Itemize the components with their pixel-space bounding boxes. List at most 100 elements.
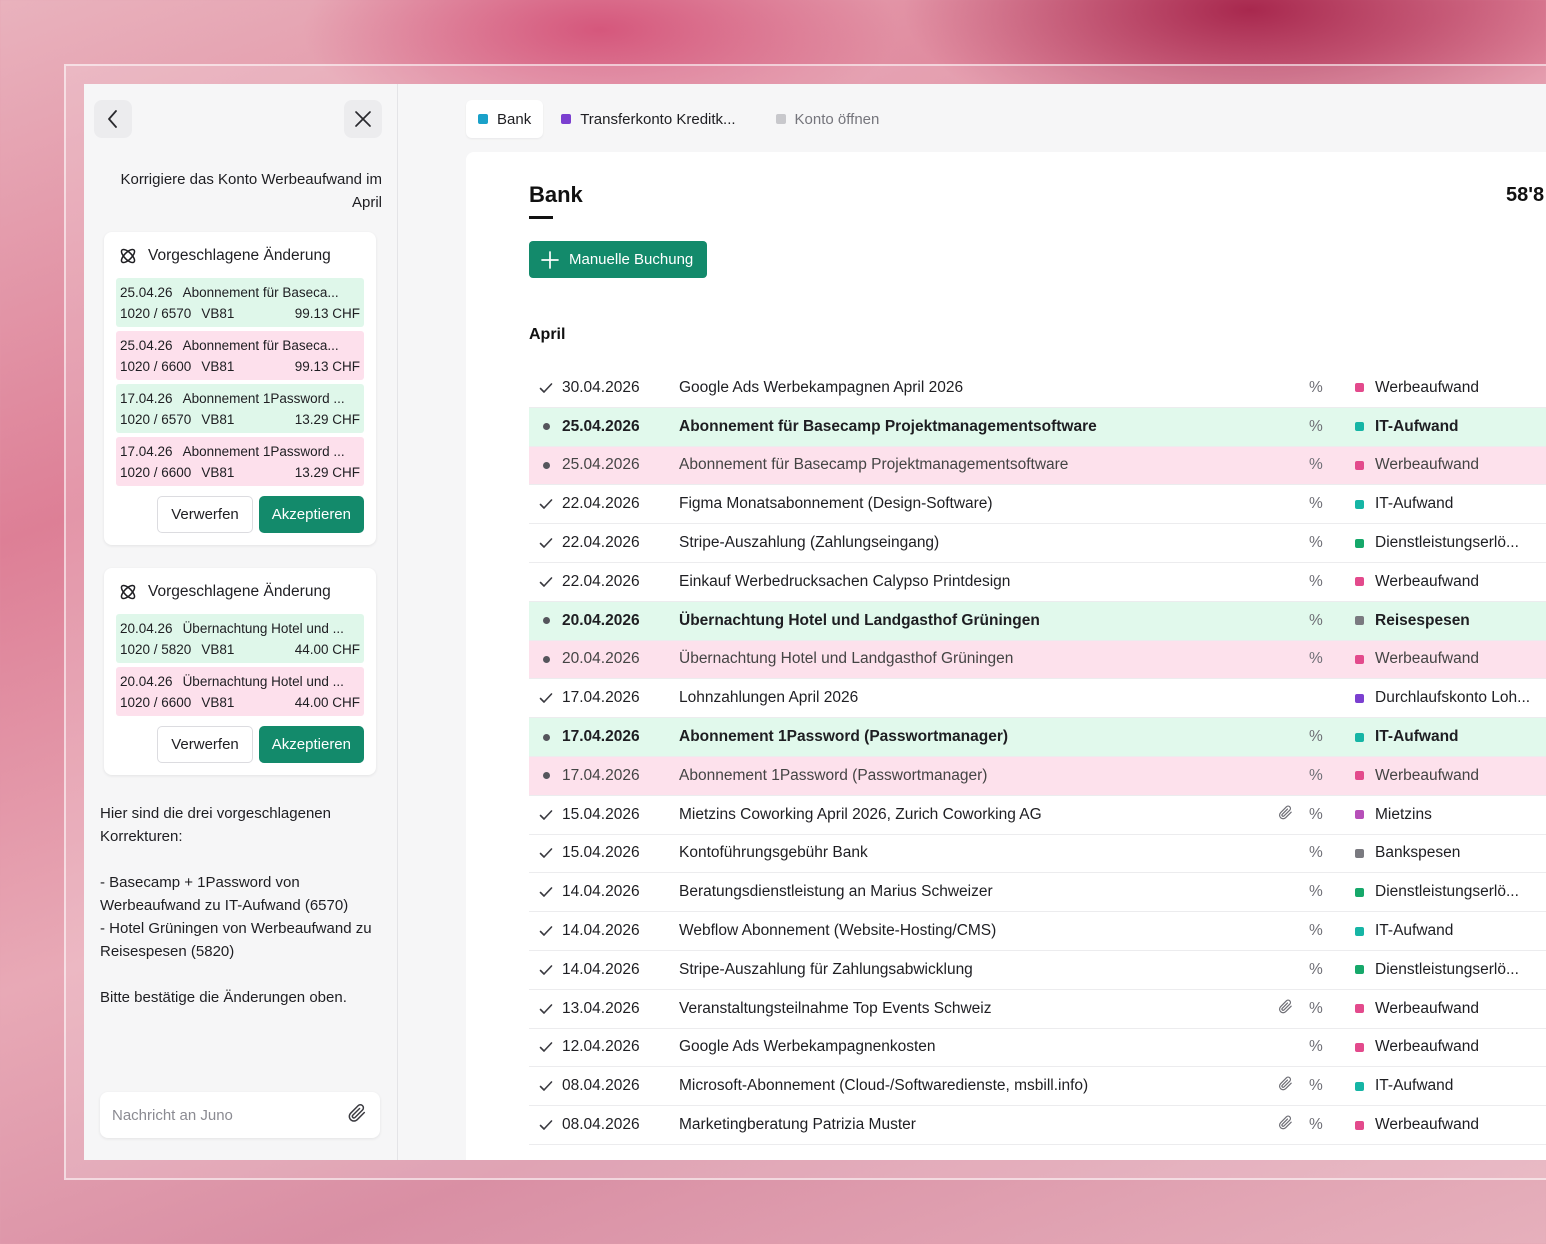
- table-row[interactable]: 15.04.2026 Kontoführungsgebühr Bank% Banks…: [529, 835, 1546, 874]
- table-row[interactable]: 25.04.2026 Abonnement für Basecamp Projek…: [529, 446, 1546, 486]
- accept-button[interactable]: Akzeptieren: [258, 726, 364, 763]
- table-row[interactable]: 20.04.2026 Übernachtung Hotel und Landgas…: [529, 640, 1546, 680]
- row-account[interactable]: Werbeaufwand: [1355, 1116, 1479, 1134]
- row-account[interactable]: Werbeaufwand: [1355, 767, 1479, 785]
- row-account[interactable]: Dienstleistungserlö...: [1355, 883, 1519, 901]
- table-row[interactable]: 17.04.2026 Abonnement 1Password (Passwort…: [529, 756, 1546, 796]
- table-row[interactable]: 17.04.2026 Lohnzahlungen April 2026 Durchl…: [529, 679, 1546, 719]
- row-account[interactable]: IT-Aufwand: [1355, 922, 1453, 940]
- row-account[interactable]: IT-Aufwand: [1355, 495, 1453, 513]
- vat-button[interactable]: %: [1309, 379, 1323, 397]
- vat-button[interactable]: %: [1309, 883, 1323, 901]
- vat-button[interactable]: %: [1309, 1000, 1323, 1018]
- tab-account[interactable]: Transferkonto Kreditk...: [549, 100, 747, 138]
- vat-button[interactable]: %: [1309, 612, 1323, 630]
- row-account[interactable]: IT-Aufwand: [1355, 728, 1459, 746]
- row-account-label: IT-Aufwand: [1375, 922, 1454, 940]
- row-date: 25.04.2026: [562, 456, 640, 474]
- vat-button[interactable]: %: [1309, 495, 1323, 513]
- table-row[interactable]: 14.04.2026 Webflow Abonnement (Website-Ho…: [529, 912, 1546, 951]
- table-row[interactable]: 20.04.2026 Übernachtung Hotel und Landgas…: [529, 601, 1546, 641]
- table-row[interactable]: 22.04.2026 Stripe-Auszahlung (Zahlungsein…: [529, 524, 1546, 563]
- suggestion-card-title: Vorgeschlagene Änderung: [148, 247, 331, 264]
- vat-button[interactable]: %: [1309, 534, 1323, 552]
- tab-account[interactable]: Bank: [466, 100, 544, 138]
- vat-button[interactable]: %: [1309, 573, 1323, 591]
- vat-button[interactable]: %: [1309, 728, 1323, 746]
- row-account[interactable]: Werbeaufwand: [1355, 456, 1479, 474]
- row-account[interactable]: Werbeaufwand: [1355, 1038, 1479, 1056]
- message-input[interactable]: [112, 1106, 332, 1124]
- paperclip-icon: [1278, 1115, 1292, 1130]
- table-row[interactable]: 14.04.2026 Stripe-Auszahlung für Zahlungs…: [529, 951, 1546, 990]
- row-status: [539, 423, 553, 431]
- plus-icon: [541, 250, 559, 269]
- change-date: 25.04.26: [120, 338, 173, 353]
- row-date: 08.04.2026: [562, 1116, 640, 1134]
- attach-button[interactable]: [346, 1102, 368, 1129]
- vat-button[interactable]: %: [1309, 961, 1323, 979]
- vat-button[interactable]: %: [1309, 922, 1323, 940]
- vat-button[interactable]: %: [1309, 1116, 1323, 1134]
- row-account[interactable]: Werbeaufwand: [1355, 1000, 1479, 1018]
- account-color-swatch: [1355, 538, 1364, 548]
- pending-dot: [542, 617, 550, 625]
- row-account[interactable]: Bankspesen: [1355, 844, 1460, 862]
- attachment-button[interactable]: [1277, 998, 1294, 1020]
- message-composer: [100, 1092, 380, 1138]
- row-status: [539, 382, 553, 394]
- accept-button[interactable]: Akzeptieren: [258, 496, 364, 533]
- row-account-label: Werbeaufwand: [1375, 999, 1479, 1017]
- vat-button[interactable]: %: [1309, 456, 1323, 474]
- row-account[interactable]: IT-Aufwand: [1355, 1077, 1453, 1095]
- table-row[interactable]: 15.04.2026 Mietzins Coworking April 2026,…: [529, 796, 1546, 835]
- table-row[interactable]: 22.04.2026 Einkauf Werbedrucksachen Calyp…: [529, 563, 1546, 602]
- row-account-label: Werbeaufwand: [1375, 766, 1479, 784]
- back-button[interactable]: [94, 100, 132, 138]
- attachment-button[interactable]: [1277, 1075, 1294, 1097]
- row-account[interactable]: Durchlaufskonto Loh...: [1355, 689, 1530, 707]
- row-account-label: IT-Aufwand: [1375, 417, 1459, 435]
- table-row[interactable]: 17.04.2026 Abonnement 1Password (Passwort…: [529, 718, 1546, 757]
- row-account[interactable]: Dienstleistungserlö...: [1355, 961, 1519, 979]
- vat-button[interactable]: %: [1309, 650, 1323, 668]
- row-date: 14.04.2026: [562, 922, 640, 940]
- attachment-button[interactable]: [1277, 1114, 1294, 1136]
- table-row[interactable]: 13.04.2026 Veranstaltungsteilnahme Top Ev…: [529, 990, 1546, 1029]
- row-date: 13.04.2026: [562, 999, 640, 1017]
- table-row[interactable]: 08.04.2026 Marketingberatung Patrizia Mus…: [529, 1106, 1546, 1145]
- reject-button[interactable]: Verwerfen: [157, 726, 253, 763]
- pending-dot: [542, 733, 550, 741]
- row-account[interactable]: Mietzins: [1355, 806, 1432, 824]
- table-row[interactable]: 08.04.2026 Microsoft-Abonnement (Cloud-/S…: [529, 1067, 1546, 1107]
- row-account[interactable]: IT-Aufwand: [1355, 418, 1459, 436]
- table-row[interactable]: 14.04.2026 Beratungsdienstleistung an Mar…: [529, 873, 1546, 913]
- reject-button[interactable]: Verwerfen: [157, 496, 253, 533]
- vat-button[interactable]: %: [1309, 806, 1323, 824]
- row-account[interactable]: Werbeaufwand: [1355, 650, 1479, 668]
- row-status: [539, 498, 553, 510]
- table-row[interactable]: 25.04.2026 Abonnement für Basecamp Projek…: [529, 407, 1546, 447]
- table-row[interactable]: 22.04.2026 Figma Monatsabonnement (Design…: [529, 485, 1546, 525]
- change-vat-code: VB81: [201, 306, 235, 321]
- change-text: Abonnement 1Password ...: [182, 391, 345, 406]
- table-row[interactable]: 30.04.2026 Google Ads Werbekampagnen Apri…: [529, 369, 1546, 408]
- vat-button[interactable]: %: [1309, 1038, 1323, 1056]
- manual-booking-button[interactable]: Manuelle Buchung: [529, 241, 708, 278]
- vat-button[interactable]: %: [1309, 1077, 1323, 1095]
- vat-button[interactable]: %: [1309, 767, 1323, 785]
- vat-button[interactable]: %: [1309, 418, 1323, 436]
- row-account[interactable]: Werbeaufwand: [1355, 573, 1479, 591]
- row-account[interactable]: Reisespesen: [1355, 612, 1470, 630]
- row-account[interactable]: Werbeaufwand: [1355, 379, 1479, 397]
- check-icon: [539, 1003, 553, 1014]
- attachment-button[interactable]: [1277, 804, 1294, 826]
- row-account-label: Bankspesen: [1375, 844, 1461, 862]
- vat-button[interactable]: %: [1309, 844, 1323, 862]
- change-accounts: 1020 / 6600: [120, 359, 192, 374]
- table-row[interactable]: 12.04.2026 Google Ads Werbekampagnenkoste…: [529, 1029, 1546, 1068]
- close-button[interactable]: [344, 100, 382, 138]
- tab-open-account[interactable]: Konto öffnen: [764, 100, 892, 138]
- row-account[interactable]: Dienstleistungserlö...: [1355, 534, 1519, 552]
- change-amount: 99.13 CHF: [294, 359, 360, 374]
